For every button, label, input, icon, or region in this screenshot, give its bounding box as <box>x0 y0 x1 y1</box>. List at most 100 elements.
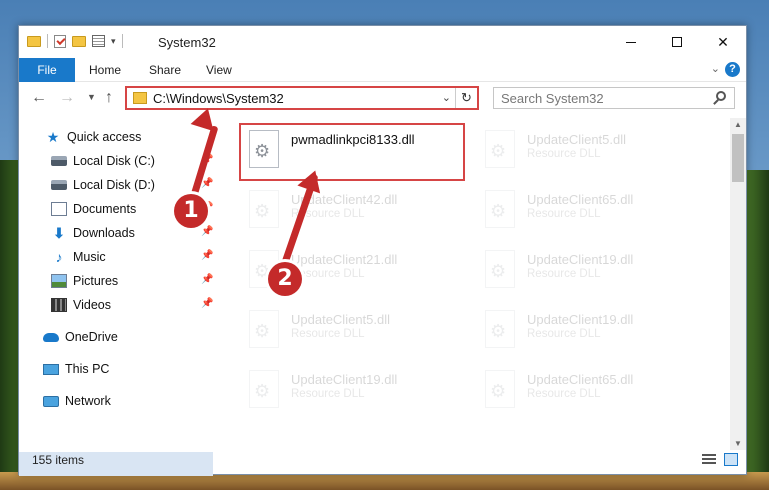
quick-access-toolbar: ▾ <box>27 34 123 48</box>
file-explorer-window: ▾ System32 ✕ File Home Share View ⌄ ? ← … <box>18 25 747 476</box>
file-type: Resource DLL <box>291 388 365 400</box>
highlight-box-file <box>239 123 465 181</box>
large-icons-view-icon[interactable] <box>724 453 738 466</box>
pc-icon <box>43 363 59 375</box>
pin-icon[interactable]: 📌 <box>201 298 213 309</box>
file-item[interactable]: UpdateClient42.dll Resource DLL <box>243 184 463 244</box>
file-name: UpdateClient19.dll <box>291 372 398 387</box>
sidebar-item-this-pc[interactable]: This PC <box>43 358 109 380</box>
tab-view[interactable]: View <box>192 58 246 82</box>
up-arrow-icon[interactable]: ↑ <box>105 89 113 107</box>
navigation-bar: ← → ▼ ↑ C:\Windows\System32 ⌄ ↻ Search S… <box>19 84 746 114</box>
sidebar-item-network[interactable]: Network <box>43 390 111 412</box>
sidebar-item-label: Local Disk (D:) <box>73 178 155 192</box>
close-icon: ✕ <box>717 33 729 50</box>
annotation-badge-2: 2 <box>268 262 302 296</box>
file-type: Resource DLL <box>527 388 601 400</box>
star-icon: ★ <box>46 129 60 145</box>
back-arrow-icon[interactable]: ← <box>31 89 47 107</box>
properties-icon[interactable] <box>92 35 105 47</box>
properties-check-icon[interactable] <box>54 34 66 48</box>
pin-icon[interactable]: 📌 <box>201 226 213 237</box>
dll-file-icon <box>249 190 279 228</box>
file-type: Resource DLL <box>527 268 601 280</box>
vertical-scrollbar[interactable]: ▲ ▼ <box>730 118 746 450</box>
sidebar-item-music[interactable]: ♪ Music <box>51 246 106 268</box>
tab-share[interactable]: Share <box>135 58 195 82</box>
file-item[interactable]: UpdateClient19.dll Resource DLL <box>479 304 699 364</box>
window-title: System32 <box>158 35 216 50</box>
scroll-down-icon[interactable]: ▼ <box>734 439 742 448</box>
status-bar: 155 items <box>19 448 746 474</box>
file-item[interactable]: UpdateClient5.dll Resource DLL <box>479 124 699 184</box>
new-folder-icon[interactable] <box>72 35 86 47</box>
navigation-pane: ★ Quick access Local Disk (C:) 📌 Local D… <box>19 122 213 476</box>
file-type: Resource DLL <box>527 148 601 160</box>
sidebar-item-local-disk-d[interactable]: Local Disk (D:) <box>51 174 155 196</box>
sidebar-item-label: Network <box>65 394 111 408</box>
search-icon[interactable] <box>716 91 726 101</box>
dll-file-icon <box>485 310 515 348</box>
sidebar-item-downloads[interactable]: ⬇ Downloads <box>51 222 135 244</box>
file-name: UpdateClient5.dll <box>527 132 627 147</box>
scroll-up-icon[interactable]: ▲ <box>734 120 742 129</box>
close-button[interactable]: ✕ <box>700 26 746 58</box>
chevron-down-icon[interactable]: ⌄ <box>442 91 451 104</box>
refresh-icon[interactable]: ↻ <box>455 88 477 108</box>
expand-ribbon-icon[interactable]: ⌄ <box>711 62 720 75</box>
documents-icon <box>51 202 67 216</box>
scroll-thumb[interactable] <box>732 134 744 182</box>
tab-file[interactable]: File <box>19 58 75 82</box>
dll-file-icon <box>485 370 515 408</box>
details-view-icon[interactable] <box>702 454 716 466</box>
minimize-button[interactable] <box>608 26 654 58</box>
chevron-down-icon[interactable]: ▾ <box>111 36 116 47</box>
dll-file-icon <box>485 130 515 168</box>
maximize-button[interactable] <box>654 26 700 58</box>
file-type: Resource DLL <box>527 208 601 220</box>
network-icon <box>43 395 59 407</box>
sidebar-item-pictures[interactable]: Pictures <box>51 270 118 292</box>
downloads-icon: ⬇ <box>53 225 65 241</box>
toolbar-divider <box>121 34 123 48</box>
file-item[interactable]: UpdateClient5.dll Resource DLL <box>243 304 463 364</box>
file-type: Resource DLL <box>527 328 601 340</box>
sidebar-item-label: Music <box>73 250 106 264</box>
file-type: Resource DLL <box>291 268 365 280</box>
sidebar-item-local-disk-c[interactable]: Local Disk (C:) <box>51 150 155 172</box>
file-type: Resource DLL <box>291 328 365 340</box>
sidebar-item-label: Local Disk (C:) <box>73 154 155 168</box>
sidebar-item-onedrive[interactable]: OneDrive <box>43 326 118 348</box>
sidebar-item-label: Quick access <box>67 130 142 144</box>
help-icon[interactable]: ? <box>725 62 740 77</box>
disk-icon <box>51 180 67 190</box>
sidebar-item-documents[interactable]: Documents <box>51 198 136 220</box>
search-placeholder: Search System32 <box>501 91 604 106</box>
file-item[interactable]: UpdateClient19.dll Resource DLL <box>243 364 463 424</box>
dll-file-icon <box>485 190 515 228</box>
pin-icon[interactable]: 📌 <box>201 178 213 189</box>
recent-locations-icon[interactable]: ▼ <box>87 92 96 102</box>
maximize-icon <box>672 37 682 47</box>
forward-arrow-icon[interactable]: → <box>59 89 75 107</box>
search-input[interactable]: Search System32 <box>493 87 735 109</box>
file-item[interactable]: UpdateClient65.dll Resource DLL <box>479 184 699 244</box>
file-name: UpdateClient19.dll <box>527 312 634 327</box>
ribbon-tabs: File Home Share View ⌄ ? <box>19 58 746 82</box>
folder-icon[interactable] <box>27 35 41 47</box>
pictures-icon <box>51 274 67 288</box>
folder-icon <box>133 92 147 104</box>
annotation-badge-1: 1 <box>174 194 208 228</box>
file-item[interactable]: UpdateClient19.dll Resource DLL <box>479 244 699 304</box>
pin-icon[interactable]: 📌 <box>201 274 213 285</box>
address-bar[interactable]: C:\Windows\System32 ⌄ ↻ <box>125 86 479 110</box>
file-item[interactable]: UpdateClient65.dll Resource DLL <box>479 364 699 424</box>
address-path[interactable]: C:\Windows\System32 <box>153 91 284 106</box>
pin-icon[interactable]: 📌 <box>201 250 213 261</box>
disk-icon <box>51 156 67 166</box>
sidebar-item-quick-access[interactable]: ★ Quick access <box>45 126 142 148</box>
file-name: UpdateClient65.dll <box>527 372 634 387</box>
tab-home[interactable]: Home <box>75 58 135 82</box>
sidebar-item-label: Documents <box>73 202 137 216</box>
sidebar-item-videos[interactable]: Videos <box>51 294 111 316</box>
